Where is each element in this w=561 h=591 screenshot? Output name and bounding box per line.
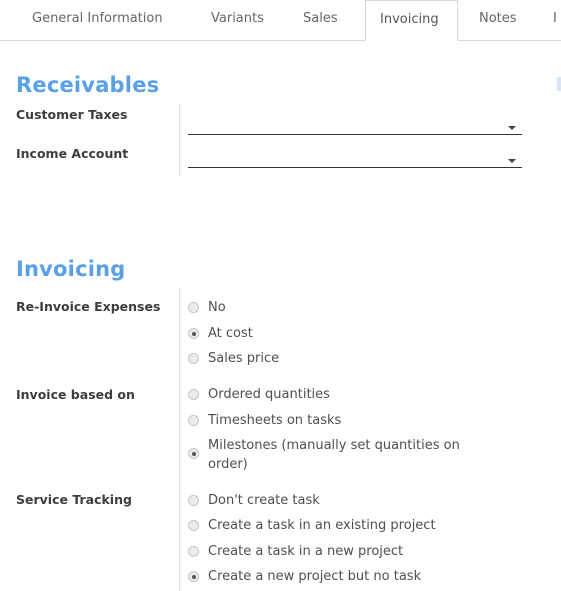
invoice-milestones-label-cont[interactable]: order) xyxy=(208,457,248,472)
invoicing-heading: Invoicing xyxy=(16,257,126,281)
invoicing-divider xyxy=(179,287,180,591)
invoice-milestones-radio[interactable] xyxy=(188,448,199,459)
invoice-timesheets-label[interactable]: Timesheets on tasks xyxy=(208,413,341,428)
tab-invoicing[interactable]: Invoicing xyxy=(365,0,458,41)
reinvoice-sales-price-label[interactable]: Sales price xyxy=(208,351,279,366)
tab-general-information[interactable]: General Information xyxy=(32,0,163,40)
service-new-project-label[interactable]: Create a task in a new project xyxy=(208,544,403,559)
customer-taxes-field[interactable] xyxy=(188,112,522,135)
receivables-heading: Receivables xyxy=(16,73,160,97)
service-existing-project-radio[interactable] xyxy=(188,520,199,531)
invoice-ordered-quantities-label[interactable]: Ordered quantities xyxy=(208,387,330,402)
chevron-down-icon[interactable] xyxy=(508,159,516,163)
chevron-down-icon[interactable] xyxy=(508,126,516,130)
service-new-project-no-task-radio[interactable] xyxy=(188,571,199,582)
service-new-project-radio[interactable] xyxy=(188,546,199,557)
invoice-timesheets-radio[interactable] xyxy=(188,415,199,426)
invoice-milestones-label[interactable]: Milestones (manually set quantities on xyxy=(208,438,460,453)
service-existing-project-label[interactable]: Create a task in an existing project xyxy=(208,518,436,533)
cut-off-heading xyxy=(557,77,561,91)
tab-overflow[interactable]: I xyxy=(553,0,557,40)
tab-notes[interactable]: Notes xyxy=(479,0,517,40)
service-dont-create-label[interactable]: Don't create task xyxy=(208,493,320,508)
invoice-ordered-quantities-radio[interactable] xyxy=(188,389,199,400)
receivables-divider xyxy=(179,104,180,176)
service-dont-create-radio[interactable] xyxy=(188,495,199,506)
tab-sales[interactable]: Sales xyxy=(303,0,338,40)
income-account-label: Income Account xyxy=(16,146,129,161)
reinvoice-sales-price-radio[interactable] xyxy=(188,353,199,364)
invoice-based-on-label: Invoice based on xyxy=(16,387,135,402)
notebook-tabs: General Information Variants Sales Invoi… xyxy=(0,0,561,41)
tab-variants[interactable]: Variants xyxy=(211,0,264,40)
customer-taxes-label: Customer Taxes xyxy=(16,107,128,122)
service-tracking-label: Service Tracking xyxy=(16,492,132,507)
reinvoice-no-radio[interactable] xyxy=(188,302,199,313)
reinvoice-at-cost-radio[interactable] xyxy=(188,328,199,339)
reinvoice-at-cost-label[interactable]: At cost xyxy=(208,326,253,341)
income-account-field[interactable] xyxy=(188,145,522,168)
service-new-project-no-task-label[interactable]: Create a new project but no task xyxy=(208,569,421,584)
reinvoice-expenses-label: Re-Invoice Expenses xyxy=(16,299,161,314)
reinvoice-no-label[interactable]: No xyxy=(208,300,226,315)
